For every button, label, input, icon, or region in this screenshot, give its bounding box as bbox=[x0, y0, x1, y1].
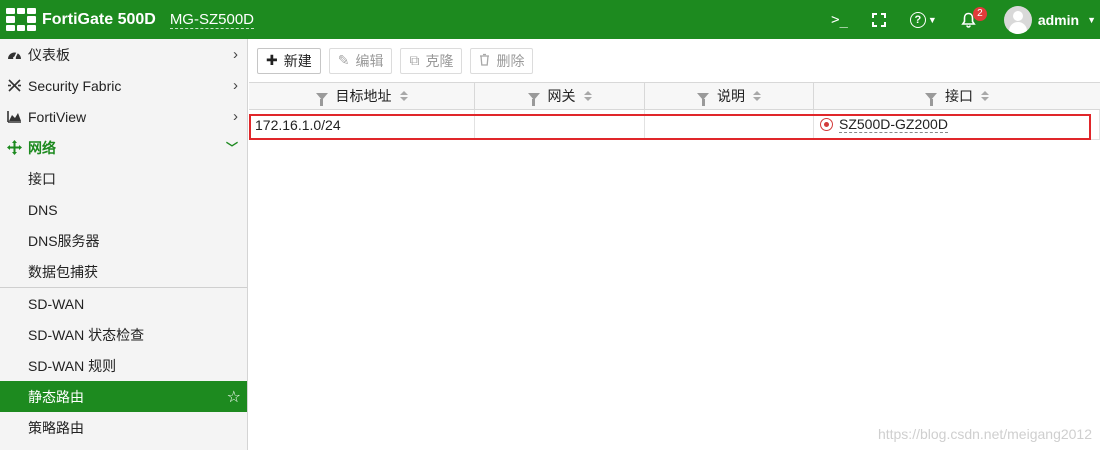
sidebar-item-label: 静态路由 bbox=[28, 388, 84, 405]
chevron-right-icon: › bbox=[233, 108, 238, 125]
sidebar-item-dashboard[interactable]: 仪表板 › bbox=[0, 39, 247, 70]
sidebar-item-label: SD-WAN 状态检查 bbox=[28, 326, 145, 343]
sidebar-item-fortiview[interactable]: FortiView › bbox=[0, 101, 247, 132]
sidebar-item-label: 仪表板 bbox=[28, 46, 70, 63]
clone-icon: ⧉ bbox=[409, 52, 420, 68]
sidebar-item-label: DNS bbox=[28, 201, 58, 218]
help-menu-button[interactable]: ? ▼ bbox=[909, 11, 937, 28]
edit-button[interactable]: ✎ 编辑 bbox=[328, 47, 393, 74]
sidebar-item-label: SD-WAN bbox=[28, 295, 85, 312]
sidebar-item-interfaces[interactable]: 接口 bbox=[0, 163, 247, 194]
column-header-destination[interactable]: 目标地址 bbox=[249, 83, 475, 109]
sidebar-item-static-routes[interactable]: 静态路由 ☆ bbox=[0, 381, 247, 412]
sort-icon[interactable] bbox=[981, 91, 989, 101]
user-menu-button[interactable]: admin ▼ bbox=[1000, 5, 1096, 34]
cell-comment bbox=[645, 110, 814, 139]
sidebar-item-security-fabric[interactable]: Security Fabric › bbox=[0, 70, 247, 101]
column-header-label: 说明 bbox=[717, 88, 745, 104]
security-fabric-icon bbox=[6, 78, 22, 93]
sidebar-item-dns-servers[interactable]: DNS服务器 bbox=[0, 225, 247, 256]
sidebar-item-sd-wan[interactable]: SD-WAN bbox=[0, 288, 247, 319]
dashboard-icon bbox=[6, 48, 22, 61]
watermark: https://blog.csdn.net/meigang2012 bbox=[877, 426, 1092, 442]
avatar bbox=[1003, 5, 1032, 34]
sidebar-item-sd-wan-rules[interactable]: SD-WAN 规则 bbox=[0, 350, 247, 381]
column-header-label: 目标地址 bbox=[335, 88, 392, 104]
sidebar-item-packet-capture[interactable]: 数据包捕获 bbox=[0, 256, 247, 287]
table-header: 目标地址 网关 说明 接口 bbox=[249, 82, 1100, 110]
user-name: admin bbox=[1037, 11, 1080, 28]
sidebar-item-label: 策略路由 bbox=[28, 419, 84, 436]
filter-icon[interactable] bbox=[925, 92, 937, 106]
static-routes-table: 目标地址 网关 说明 接口 172.16.1.0/24 SZ500D-GZ200… bbox=[249, 82, 1100, 140]
column-header-gateway[interactable]: 网关 bbox=[475, 83, 645, 109]
cli-console-icon[interactable]: >_ bbox=[831, 12, 848, 28]
sidebar-item-label: SD-WAN 规则 bbox=[28, 357, 117, 374]
clone-button[interactable]: ⧉ 克隆 bbox=[400, 47, 463, 74]
pencil-icon: ✎ bbox=[337, 52, 350, 68]
column-header-interface[interactable]: 接口 bbox=[814, 83, 1100, 109]
sort-icon[interactable] bbox=[753, 91, 761, 101]
button-label: 新建 bbox=[283, 52, 312, 69]
main-content: ✚ 新建 ✎ 编辑 ⧉ 克隆 删除 目标地址 网关 说明 接口 172.16.1… bbox=[249, 39, 1100, 450]
column-header-label: 接口 bbox=[945, 88, 973, 104]
chevron-right-icon: › bbox=[233, 77, 238, 94]
sidebar-item-policy-routes[interactable]: 策略路由 bbox=[0, 412, 247, 443]
interface-link[interactable]: SZ500D-GZ200D bbox=[839, 116, 948, 133]
filter-icon[interactable] bbox=[527, 92, 540, 106]
fullscreen-icon bbox=[871, 12, 886, 27]
column-header-label: 网关 bbox=[547, 88, 576, 104]
interface-tunnel-icon bbox=[820, 118, 833, 131]
sidebar-item-dns[interactable]: DNS bbox=[0, 194, 247, 225]
notifications-button[interactable]: 2 bbox=[961, 6, 987, 28]
notification-count-badge: 2 bbox=[972, 6, 987, 21]
sidebar-item-label: Security Fabric bbox=[28, 77, 122, 94]
sidebar: 仪表板 › Security Fabric › FortiView › 网络 ﹀… bbox=[0, 39, 248, 450]
top-right-controls: >_ ? ▼ 2 admin ▼ bbox=[819, 0, 1100, 39]
favorite-star-icon[interactable]: ☆ bbox=[227, 387, 241, 407]
sidebar-item-label: FortiView bbox=[28, 108, 87, 125]
top-bar: FortiGate 500D MG-SZ500D >_ ? ▼ 2 admin … bbox=[0, 0, 1100, 39]
fortinet-logo-icon[interactable] bbox=[6, 7, 36, 32]
button-label: 删除 bbox=[496, 52, 525, 69]
fullscreen-button[interactable] bbox=[871, 12, 886, 27]
cell-interface: SZ500D-GZ200D bbox=[814, 110, 1100, 139]
filter-icon[interactable] bbox=[315, 92, 328, 106]
sort-icon[interactable] bbox=[399, 91, 408, 101]
sort-icon[interactable] bbox=[583, 91, 592, 101]
cell-gateway bbox=[475, 110, 645, 139]
sidebar-item-sd-wan-status-check[interactable]: SD-WAN 状态检查 bbox=[0, 319, 247, 350]
table-row[interactable]: 172.16.1.0/24 SZ500D-GZ200D bbox=[249, 110, 1100, 140]
sidebar-item-label: 数据包捕获 bbox=[28, 263, 98, 280]
cell-destination: 172.16.1.0/24 bbox=[249, 110, 475, 139]
caret-down-icon: ▼ bbox=[927, 14, 937, 25]
hostname-link[interactable]: MG-SZ500D bbox=[169, 11, 254, 29]
sidebar-item-label: 接口 bbox=[28, 170, 56, 187]
network-icon bbox=[6, 140, 22, 155]
plus-icon: ✚ bbox=[266, 52, 278, 68]
filter-icon[interactable] bbox=[697, 92, 709, 106]
brand-name: FortiGate 500D bbox=[42, 10, 156, 28]
column-header-comment[interactable]: 说明 bbox=[645, 83, 814, 109]
delete-button[interactable]: 删除 bbox=[470, 47, 534, 74]
sidebar-item-network[interactable]: 网络 ﹀ bbox=[0, 132, 247, 163]
chevron-right-icon: › bbox=[233, 46, 238, 63]
chevron-down-icon: ﹀ bbox=[225, 141, 238, 155]
toolbar: ✚ 新建 ✎ 编辑 ⧉ 克隆 删除 bbox=[249, 39, 1100, 82]
button-label: 克隆 bbox=[425, 52, 454, 69]
button-label: 编辑 bbox=[355, 52, 384, 69]
caret-down-icon: ▼ bbox=[1087, 14, 1096, 25]
fortiview-icon bbox=[6, 110, 22, 123]
sidebar-item-label: DNS服务器 bbox=[28, 232, 100, 249]
sidebar-item-label: 网络 bbox=[28, 139, 56, 156]
create-new-button[interactable]: ✚ 新建 bbox=[257, 47, 321, 74]
help-icon: ? bbox=[909, 11, 926, 28]
trash-icon bbox=[479, 53, 490, 69]
